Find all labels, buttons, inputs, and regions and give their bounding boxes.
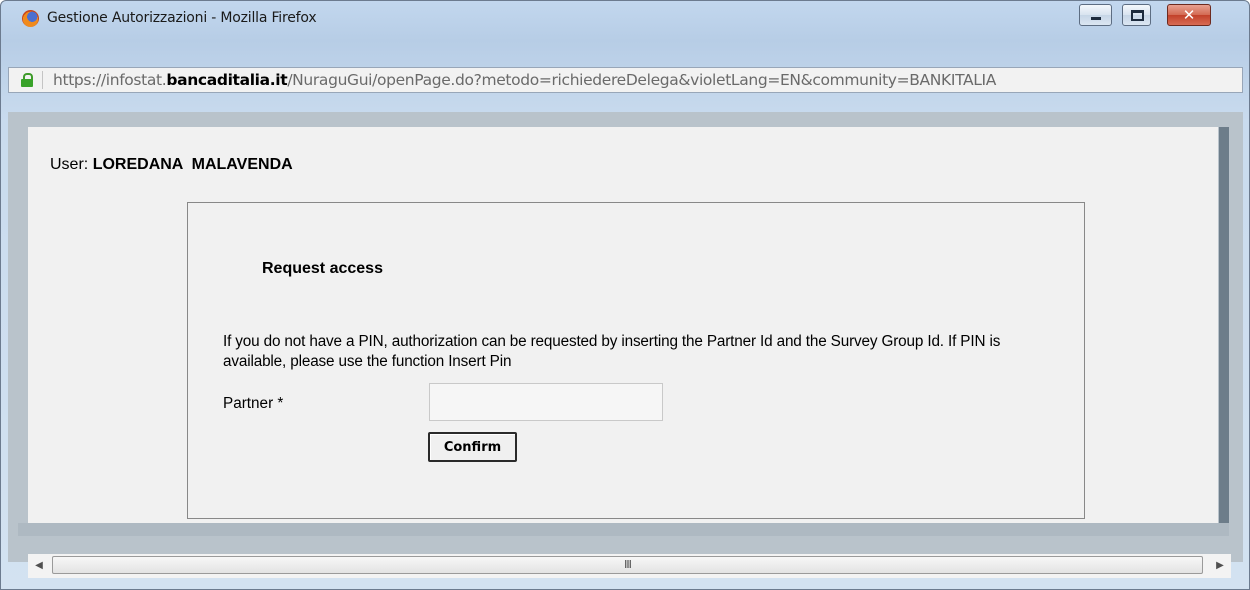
- url-text[interactable]: https://infostat.bancaditalia.it/NuraguG…: [53, 71, 996, 89]
- scrollbar-thumb[interactable]: III: [52, 556, 1203, 574]
- partner-input[interactable]: [429, 383, 663, 421]
- browser-window: Gestione Autorizzazioni - Mozilla Firefo…: [0, 0, 1250, 590]
- close-button[interactable]: ✕: [1167, 4, 1211, 26]
- url-prefix: https://infostat.: [53, 71, 167, 89]
- frame-border-right: [1219, 127, 1229, 523]
- horizontal-scrollbar[interactable]: ◀ III ▶: [28, 554, 1231, 578]
- user-name: LOREDANA MALAVENDA: [92, 156, 293, 173]
- confirm-button[interactable]: Confirm: [428, 432, 517, 462]
- user-label: User:: [50, 156, 89, 173]
- firefox-icon: [22, 10, 39, 27]
- title-bar[interactable]: Gestione Autorizzazioni - Mozilla Firefo…: [1, 1, 1249, 35]
- close-icon: ✕: [1182, 6, 1196, 24]
- frame-border-bottom: [18, 523, 1229, 536]
- scroll-right-icon[interactable]: ▶: [1209, 554, 1231, 578]
- minimize-button[interactable]: [1079, 4, 1112, 26]
- grip-icon: III: [624, 558, 632, 571]
- request-description: If you do not have a PIN, authorization …: [223, 333, 1001, 370]
- minimize-icon: [1091, 17, 1101, 20]
- address-separator: [42, 71, 43, 89]
- maximize-icon: [1131, 10, 1144, 21]
- maximize-button[interactable]: [1122, 4, 1151, 26]
- address-bar[interactable]: https://infostat.bancaditalia.it/NuraguG…: [8, 67, 1243, 93]
- lock-icon: [21, 73, 33, 87]
- scroll-left-icon[interactable]: ◀: [28, 554, 50, 578]
- request-access-title: Request access: [262, 260, 383, 277]
- partner-label: Partner *: [223, 395, 284, 412]
- window-title: Gestione Autorizzazioni - Mozilla Firefo…: [47, 10, 317, 26]
- url-path: /NuraguGui/openPage.do?metodo=richiedere…: [287, 71, 997, 89]
- url-domain: bancaditalia.it: [166, 71, 288, 89]
- user-line: User: LOREDANA MALAVENDA: [50, 156, 293, 174]
